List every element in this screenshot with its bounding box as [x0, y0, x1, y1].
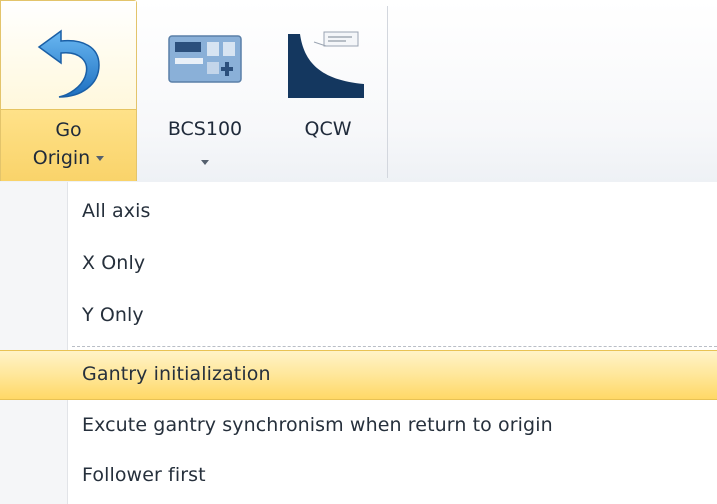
undo-arrow-icon: [1, 23, 136, 103]
controller-panel-icon: [145, 22, 265, 102]
ribbon-group-divider: [387, 6, 388, 178]
menu-item-all-axis[interactable]: All axis: [0, 188, 717, 238]
go-origin-label-line1: Go: [55, 119, 82, 141]
menu-item-x-only[interactable]: X Only: [0, 240, 717, 290]
menu-item-label: Y Only: [82, 304, 144, 326]
ribbon-toolbar: Go Origin BCS100 QCW: [0, 0, 717, 183]
chevron-down-icon[interactable]: [96, 156, 105, 161]
menu-item-label: Follower first: [82, 464, 206, 486]
go-origin-label-text: Origin: [32, 147, 91, 169]
qcw-curve-icon: [274, 22, 382, 102]
bcs100-button[interactable]: BCS100: [145, 0, 265, 181]
menu-item-follower-first[interactable]: Follower first: [0, 452, 717, 502]
app-window: Go Origin BCS100 QCW All axis X Only Y O…: [0, 0, 717, 504]
menu-item-label: X Only: [82, 252, 146, 274]
menu-item-label: All axis: [82, 200, 151, 222]
menu-item-gantry-synchronism[interactable]: Excute gantry synchronism when return to…: [0, 402, 717, 452]
bcs100-dropdown[interactable]: [145, 152, 265, 171]
menu-item-label: Gantry initialization: [82, 363, 271, 385]
menu-item-y-only[interactable]: Y Only: [0, 292, 717, 342]
menu-item-label: Excute gantry synchronism when return to…: [82, 414, 553, 436]
qcw-label: QCW: [304, 118, 352, 140]
qcw-button[interactable]: QCW: [274, 0, 382, 181]
menu-item-gantry-initialization[interactable]: Gantry initialization: [0, 350, 717, 400]
go-origin-dropdown-menu: All axis X Only Y Only Gantry initializa…: [0, 182, 717, 504]
bcs100-label: BCS100: [167, 118, 243, 140]
menu-separator: [72, 346, 717, 347]
go-origin-button[interactable]: Go Origin: [0, 0, 137, 181]
chevron-down-icon[interactable]: [201, 160, 209, 165]
go-origin-label-line2: Origin: [1, 145, 136, 171]
